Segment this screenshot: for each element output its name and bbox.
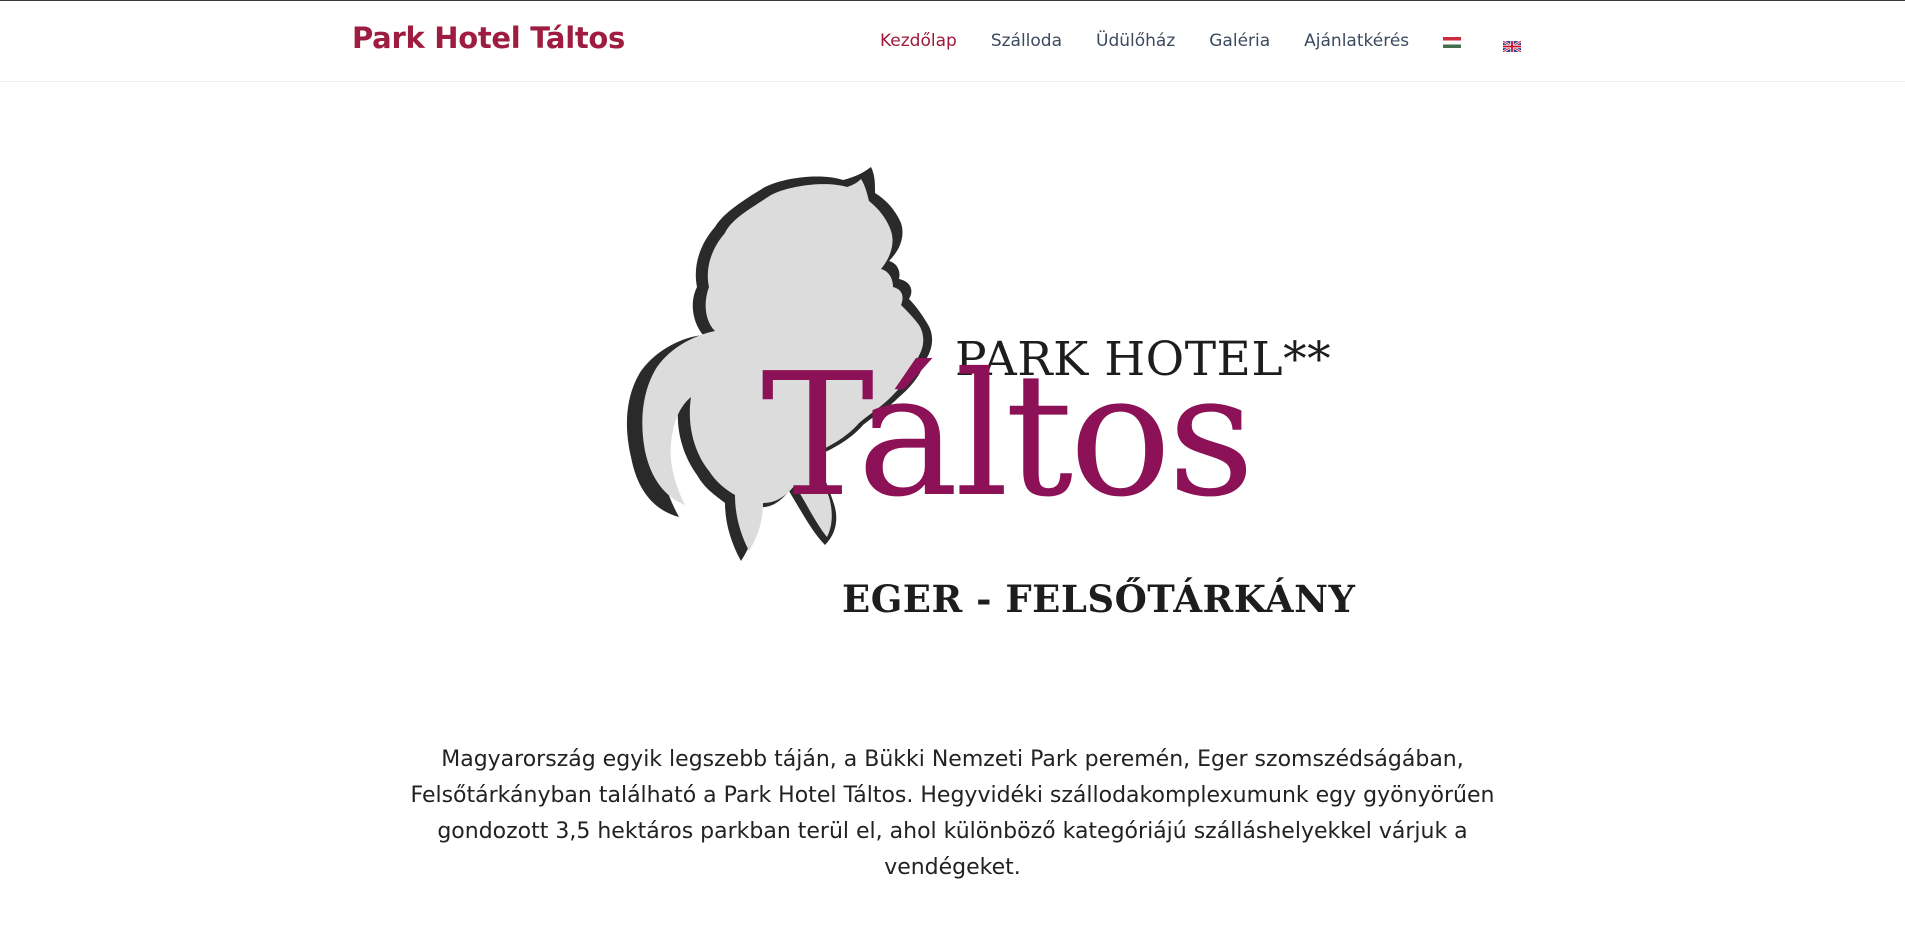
uk-flag-icon[interactable]: [1502, 37, 1522, 53]
uk-flag-graphic: [1502, 39, 1522, 53]
site-header: Park Hotel Táltos Kezdőlap Szálloda Üdül…: [0, 1, 1905, 82]
nav-item-szalloda[interactable]: Szálloda: [991, 31, 1062, 51]
logo-location: EGER - FELSŐTÁRKÁNY: [842, 577, 1356, 621]
hungarian-flag-icon[interactable]: [1443, 36, 1462, 48]
hotel-logo: PARK HOTEL** Táltos EGER - FELSŐTÁRKÁNY: [575, 165, 1355, 625]
intro-paragraph: Magyarország egyik legszebb táján, a Bük…: [410, 747, 1495, 880]
nav-item-ajanlatkeres[interactable]: Ajánlatkérés: [1304, 31, 1409, 51]
nav-item-kezdolap[interactable]: Kezdőlap: [880, 31, 957, 51]
nav-item-udulohaz[interactable]: Üdülőház: [1096, 31, 1175, 51]
logo-hotel-name: Táltos: [761, 337, 1255, 535]
brand-logo-link[interactable]: Park Hotel Táltos: [352, 21, 625, 55]
main-nav: Kezdőlap Szálloda Üdülőház Galéria Ajánl…: [880, 31, 1522, 53]
nav-item-galeria[interactable]: Galéria: [1209, 31, 1270, 51]
